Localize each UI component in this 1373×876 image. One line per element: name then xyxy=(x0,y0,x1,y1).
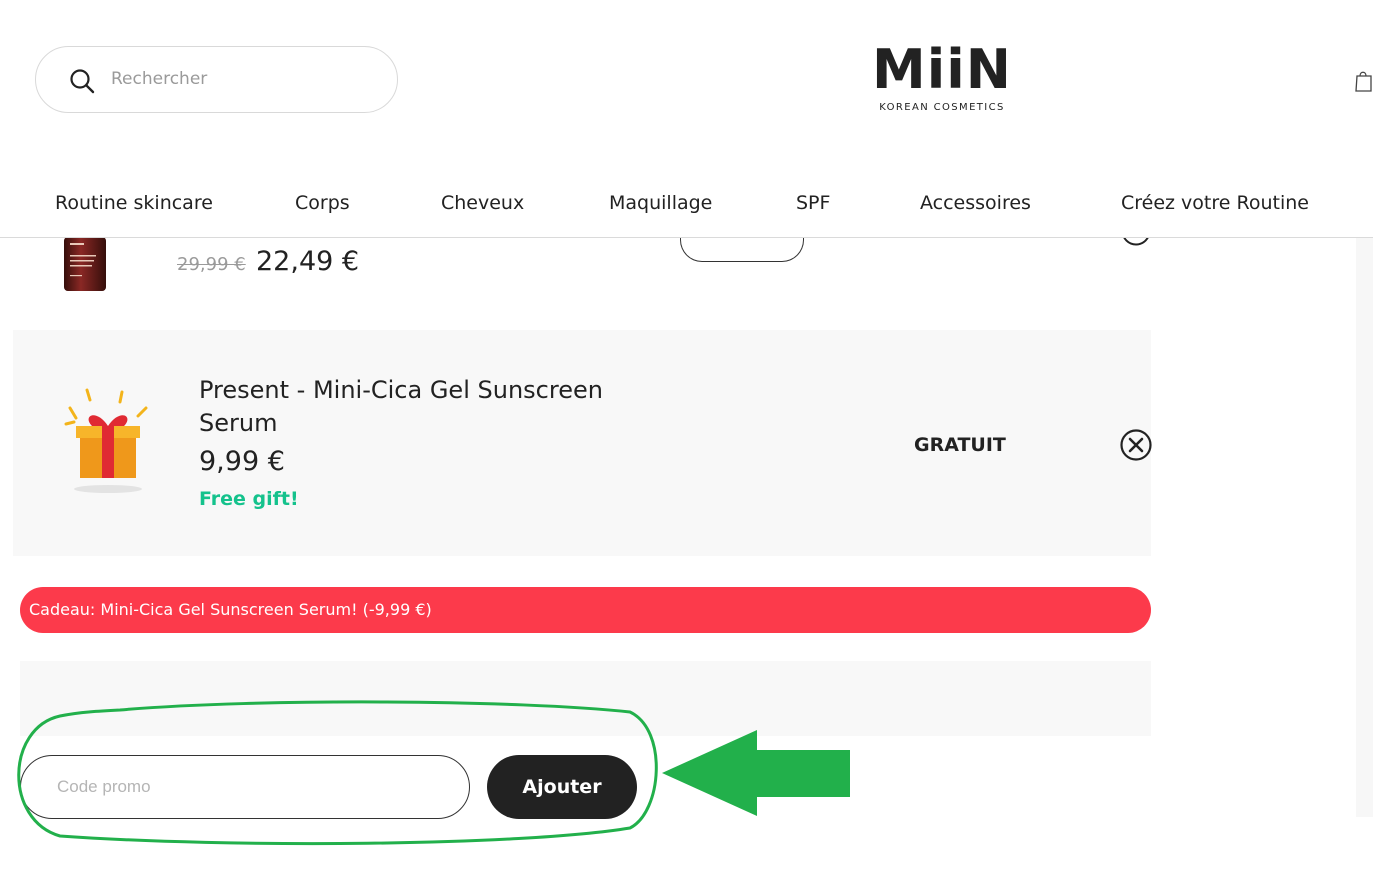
line-total: GRATUIT xyxy=(914,434,1006,456)
nav-item-creez-votre-routine[interactable]: Créez votre Routine xyxy=(1121,192,1309,214)
close-icon[interactable] xyxy=(1120,429,1152,461)
free-gift-label: Free gift! xyxy=(199,488,299,510)
nav-item-maquillage[interactable]: Maquillage xyxy=(609,192,712,214)
gift-box-image[interactable] xyxy=(62,388,152,496)
apply-promo-button[interactable]: Ajouter xyxy=(487,755,637,819)
sale-price: 22,49 € xyxy=(256,246,360,277)
product-price: 9,99 € xyxy=(199,446,285,477)
discount-banner-text: Cadeau: Mini-Cica Gel Sunscreen Serum! (… xyxy=(29,600,432,619)
discount-banner: Cadeau: Mini-Cica Gel Sunscreen Serum! (… xyxy=(20,587,1151,633)
scrollbar-track[interactable] xyxy=(1356,237,1373,817)
cart-icon[interactable] xyxy=(1354,68,1373,92)
search-icon xyxy=(70,69,95,94)
close-icon xyxy=(1122,237,1150,246)
nav-item-corps[interactable]: Corps xyxy=(295,192,350,214)
nav-item-cheveux[interactable]: Cheveux xyxy=(441,192,524,214)
pointer-arrow-icon xyxy=(662,730,850,816)
nav-item-accessoires[interactable]: Accessoires xyxy=(920,192,1031,214)
search-bar[interactable]: Rechercher xyxy=(35,46,398,113)
product-title[interactable]: Present - Mini-Cica Gel Sunscreen Serum xyxy=(199,374,619,440)
promo-code-input[interactable] xyxy=(20,755,470,819)
original-price: 29,99 € xyxy=(177,254,246,275)
nav-item-spf[interactable]: SPF xyxy=(796,192,830,214)
logo-subtitle: KOREAN COSMETICS xyxy=(879,102,1005,113)
brand-logo[interactable]: MiiN KOREAN COSMETICS xyxy=(866,40,1018,122)
nav-item-routine-skincare[interactable]: Routine skincare xyxy=(55,192,213,214)
logo-mark: MiiN xyxy=(872,38,1012,101)
product-image[interactable] xyxy=(62,237,108,294)
summary-panel xyxy=(20,661,1151,736)
remove-item-button[interactable] xyxy=(1121,237,1151,246)
main-nav: Routine skincare Corps Cheveux Maquillag… xyxy=(0,180,1373,238)
search-placeholder: Rechercher xyxy=(111,69,208,89)
